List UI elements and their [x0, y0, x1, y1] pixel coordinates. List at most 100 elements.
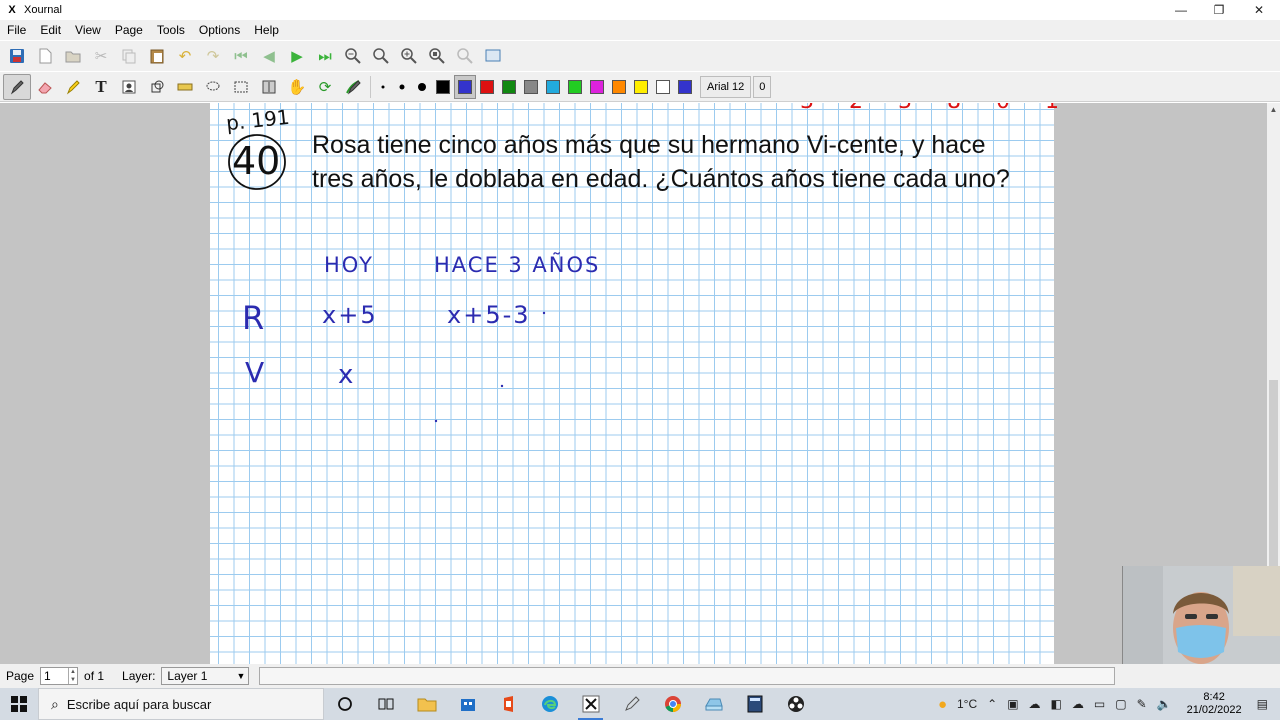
network-drive-icon[interactable] [693, 688, 734, 720]
open-icon[interactable] [59, 43, 87, 69]
menu-help[interactable]: Help [247, 23, 286, 37]
menu-view[interactable]: View [68, 23, 108, 37]
onedrive-icon[interactable]: ☁ [1029, 697, 1041, 711]
redo-icon[interactable]: ↷ [199, 43, 227, 69]
page-number-value: 1 [44, 669, 51, 683]
font-selector[interactable]: Arial 12 [700, 75, 752, 98]
copy-icon[interactable] [115, 43, 143, 69]
color-white[interactable] [652, 75, 674, 99]
menu-page[interactable]: Page [108, 23, 150, 37]
chrome-icon[interactable] [652, 688, 693, 720]
taskbar-search[interactable]: ⌕ Escribe aquí para buscar [38, 688, 324, 720]
rect-select-icon[interactable] [227, 74, 255, 100]
color-green[interactable] [498, 75, 520, 99]
undo-icon[interactable]: ↶ [171, 43, 199, 69]
image-tool-icon[interactable] [115, 74, 143, 100]
page-number-input[interactable]: 1 ▲ ▼ [40, 667, 79, 685]
color-custom[interactable] [674, 75, 696, 99]
hand-tool-icon[interactable]: ✋ [283, 74, 311, 100]
color-light-green[interactable] [564, 75, 586, 99]
xournal-icon[interactable] [570, 688, 611, 720]
start-button[interactable] [0, 688, 38, 720]
pen-app-icon[interactable] [611, 688, 652, 720]
menu-edit[interactable]: Edit [33, 23, 68, 37]
color-magenta[interactable] [586, 75, 608, 99]
next-page-icon[interactable]: ▶ [283, 43, 311, 69]
fullscreen-icon[interactable] [479, 43, 507, 69]
color-light-blue[interactable] [542, 75, 564, 99]
lasso-select-icon[interactable] [199, 74, 227, 100]
color-orange[interactable] [608, 75, 630, 99]
color-gray[interactable] [520, 75, 542, 99]
new-icon[interactable] [31, 43, 59, 69]
default-tools-icon[interactable]: ⟳ [311, 74, 339, 100]
thickness-fine-icon[interactable] [374, 74, 392, 100]
first-page-icon[interactable]: ⏮ [227, 43, 255, 69]
last-page-icon[interactable]: ⏭ [311, 43, 339, 69]
zoom-width-icon[interactable] [451, 43, 479, 69]
cloud-sync-icon[interactable]: ☁ [1072, 697, 1084, 711]
pen-settings-icon[interactable] [339, 74, 367, 100]
zoom-in-icon[interactable] [395, 43, 423, 69]
battery-icon[interactable]: ▭ [1094, 697, 1105, 711]
prev-page-icon[interactable]: ◀ [255, 43, 283, 69]
canvas-area[interactable]: 3 2 3 8 0 1 p. 191 40 Rosa tiene cinco a… [0, 103, 1267, 664]
dropdown-arrow-icon: ▼ [236, 671, 246, 681]
status-bar: Page 1 ▲ ▼ of 1 Layer: Layer 1 ▼ [0, 664, 1280, 688]
font-size-field[interactable]: 0 [753, 75, 772, 98]
clock-date: 21/02/2022 [1186, 704, 1242, 716]
pen-tool-icon[interactable] [3, 73, 31, 100]
zoom-fit-icon[interactable] [367, 43, 395, 69]
zoom-out-icon[interactable] [339, 43, 367, 69]
swatch-icon [568, 79, 582, 94]
task-view-icon[interactable] [365, 688, 406, 720]
obs-icon[interactable] [775, 688, 816, 720]
temperature[interactable]: 1°C [957, 697, 977, 711]
swatch-icon [678, 79, 692, 94]
menu-bar: File Edit View Page Tools Options Help [0, 20, 1280, 40]
meet-now-icon[interactable]: ▣ [1007, 697, 1018, 711]
notebook-page[interactable]: 3 2 3 8 0 1 p. 191 40 Rosa tiene cinco a… [210, 103, 1059, 664]
layer-label: Layer: [122, 669, 156, 683]
eraser-tool-icon[interactable] [31, 74, 59, 100]
maximize-button[interactable]: ❐ [1200, 0, 1238, 20]
save-icon[interactable] [3, 43, 31, 69]
zoom-100-icon[interactable] [423, 43, 451, 69]
close-button[interactable]: ✕ [1240, 0, 1278, 20]
volume-icon[interactable]: 🔈 [1157, 697, 1172, 711]
cut-icon[interactable]: ✂ [87, 43, 115, 69]
color-yellow[interactable] [630, 75, 652, 99]
store-icon[interactable] [447, 688, 488, 720]
menu-tools[interactable]: Tools [150, 23, 192, 37]
menu-options[interactable]: Options [192, 23, 247, 37]
layer-selector[interactable]: Layer 1 ▼ [161, 667, 250, 685]
minimize-button[interactable]: — [1162, 0, 1200, 20]
tray-expand-icon[interactable]: ⌃ [987, 697, 997, 711]
display-icon[interactable]: ▢ [1115, 697, 1126, 711]
highlighter-tool-icon[interactable] [59, 74, 87, 100]
ruler-icon[interactable] [171, 74, 199, 100]
scroll-up-icon[interactable]: ▲ [1267, 103, 1280, 116]
pen-tray-icon[interactable]: ✎ [1137, 697, 1147, 711]
edge-icon[interactable] [529, 688, 570, 720]
text-tool-icon[interactable]: T [87, 74, 115, 100]
notifications-icon[interactable]: ▤ [1257, 697, 1268, 711]
color-blue[interactable] [454, 74, 476, 99]
color-red[interactable] [476, 75, 498, 99]
office-icon[interactable] [488, 688, 529, 720]
vertical-space-icon[interactable] [255, 74, 283, 100]
weather-icon[interactable]: ● [938, 696, 947, 713]
file-explorer-icon[interactable] [406, 688, 447, 720]
cortana-icon[interactable] [324, 688, 365, 720]
paste-icon[interactable] [143, 43, 171, 69]
clock[interactable]: 8:42 21/02/2022 [1187, 691, 1242, 717]
network-icon[interactable]: ◧ [1051, 697, 1062, 711]
thickness-medium-icon[interactable] [392, 74, 412, 100]
spinner-icon[interactable]: ▲ ▼ [68, 668, 77, 684]
menu-file[interactable]: File [0, 23, 33, 37]
calculator-icon[interactable] [734, 688, 775, 720]
color-black[interactable] [432, 75, 454, 99]
thickness-thick-icon[interactable] [412, 74, 432, 100]
shape-recognizer-icon[interactable] [143, 74, 171, 100]
clock-time: 8:42 [1203, 691, 1225, 703]
